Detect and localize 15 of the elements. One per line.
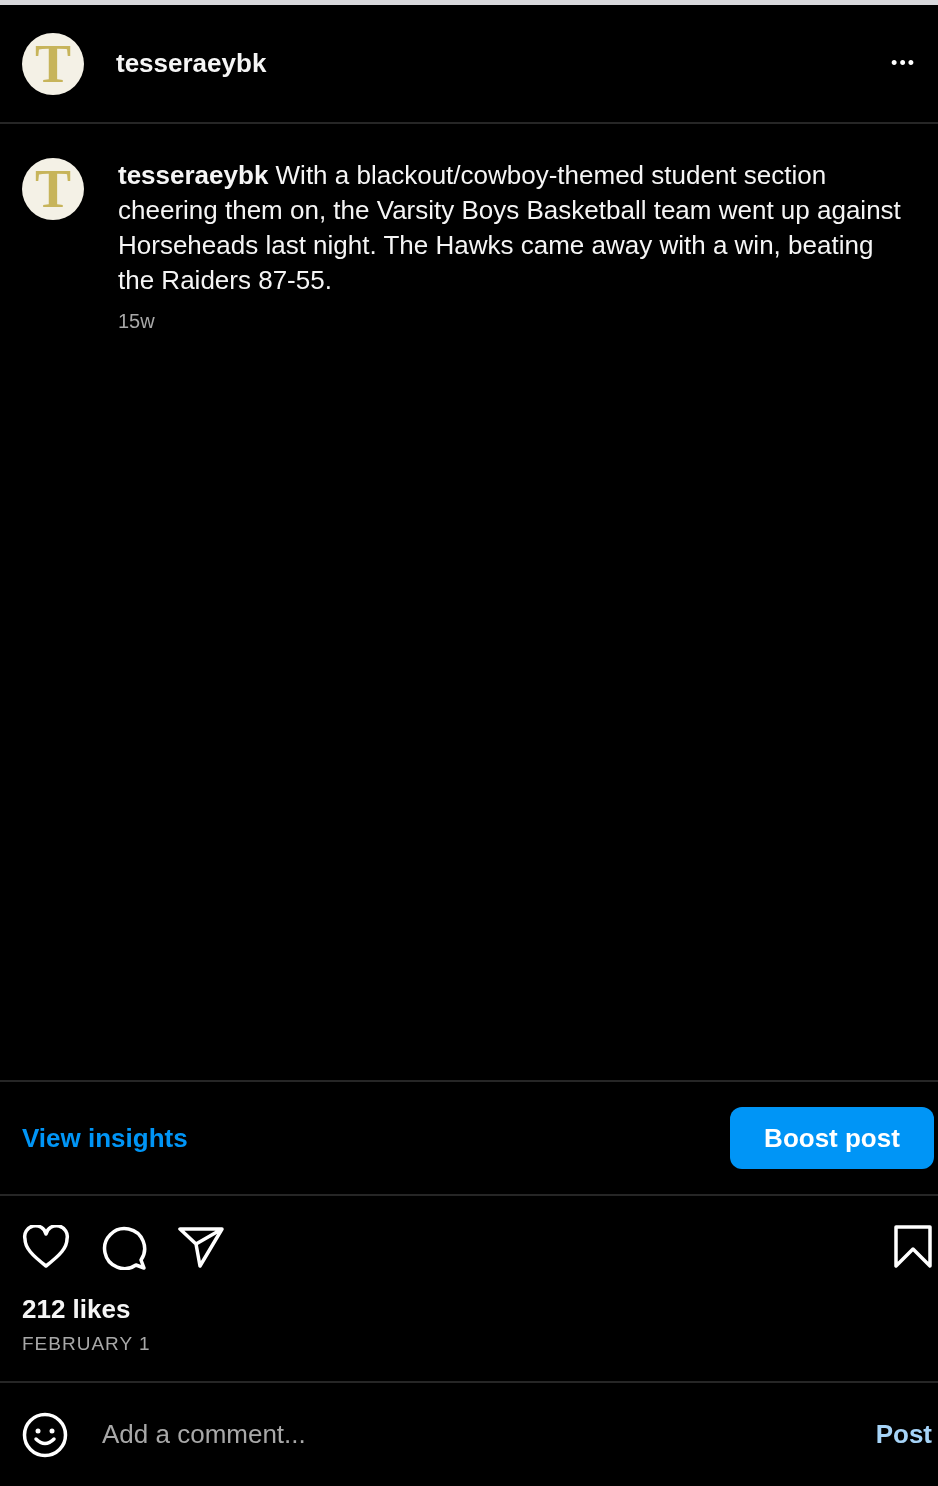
- comment-icon[interactable]: [100, 1224, 148, 1270]
- comment-input[interactable]: Add a comment...: [100, 1418, 844, 1451]
- likes-count[interactable]: 212 likes: [22, 1294, 916, 1325]
- post-caption: tesseraeybk With a blackout/cowboy-themed student section cheering them on, the Varsity Boys Basketball team went up against Horseheads last night. The Hawks came away with a win, beating the Raiders 87-55.: [118, 159, 902, 297]
- more-options-button[interactable]: •••: [891, 53, 916, 74]
- send-icon[interactable]: [178, 1226, 224, 1268]
- post-age: 15w: [118, 310, 156, 333]
- username-link[interactable]: tesseraeybk: [118, 160, 269, 190]
- emoji-icon[interactable]: [22, 1411, 68, 1458]
- username[interactable]: tesseraeybk: [116, 48, 860, 79]
- post-date: FEBRUARY 1: [22, 1333, 152, 1355]
- bookmark-icon[interactable]: [894, 1225, 932, 1269]
- post-button[interactable]: Post: [875, 1419, 932, 1450]
- heart-icon[interactable]: [22, 1225, 70, 1269]
- view-insights-link[interactable]: View insights: [22, 1122, 188, 1154]
